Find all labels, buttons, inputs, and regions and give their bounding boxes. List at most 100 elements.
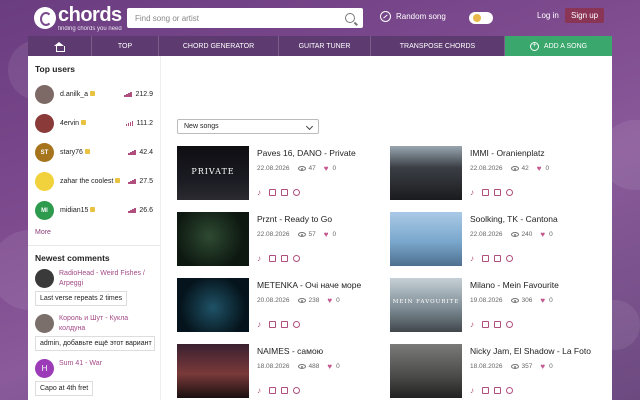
guitar-icon[interactable] [281, 189, 288, 196]
song-card[interactable]: IMMI - Oranienplatz 22.08.2026 42 ♥ 0 ♪ [390, 146, 590, 208]
song-card[interactable]: PRIVATE Paves 16, DANO - Private 22.08.202… [177, 146, 377, 208]
avatar: ST [35, 143, 54, 162]
user-name: 4ervin [60, 120, 126, 127]
song-instrument-icons: ♪ [257, 387, 305, 395]
like-icon[interactable]: ♥ [540, 296, 545, 305]
play-icon[interactable] [506, 189, 513, 196]
nav-transpose-chords[interactable]: TRANSPOSE CHORDS [371, 36, 505, 56]
note-icon[interactable]: ♪ [470, 321, 477, 329]
song-thumbnail[interactable] [177, 212, 249, 266]
song-card[interactable]: MEIN FAVOURITE Milano - Mein Favourite 19.… [390, 278, 590, 340]
note-icon[interactable]: ♪ [470, 255, 477, 263]
comment-song-link[interactable]: Король и Шут - Кукла колдуна [59, 314, 153, 333]
user-row[interactable]: MI midian15 26.6 [35, 196, 153, 225]
play-icon[interactable] [506, 255, 513, 262]
like-icon[interactable]: ♥ [324, 164, 329, 173]
song-title[interactable]: Soolking, TK - Cantona [470, 214, 558, 224]
song-card[interactable]: Nicky Jam, El Shadow - La Foto 18.08.2026… [390, 344, 591, 400]
chords-icon[interactable] [269, 189, 276, 196]
comment-song-link[interactable]: RadioHead - Weird Fishes / Arpeggi [59, 269, 153, 288]
song-thumbnail[interactable] [177, 278, 249, 332]
like-icon[interactable]: ♥ [537, 164, 542, 173]
comment-head: H Sum 41 - War [35, 359, 153, 378]
song-thumbnail[interactable]: PRIVATE [177, 146, 249, 200]
song-likes: 0 [336, 363, 340, 370]
chords-icon[interactable] [269, 321, 276, 328]
chords-icon[interactable] [269, 255, 276, 262]
user-row[interactable]: d.anilk_a 212.9 [35, 80, 153, 109]
more-users-link[interactable]: More [35, 229, 153, 236]
random-song-button[interactable]: Random song [380, 11, 446, 22]
guitar-icon[interactable] [494, 189, 501, 196]
song-title[interactable]: NAIMES - самою [257, 346, 323, 356]
user-row[interactable]: zahar the coolest 27.5 [35, 167, 153, 196]
guitar-icon[interactable] [281, 255, 288, 262]
song-thumbnail[interactable] [390, 146, 462, 200]
nav-guitar-tuner[interactable]: GUITAR TUNER [279, 36, 371, 56]
guitar-icon[interactable] [281, 321, 288, 328]
add-song-button[interactable]: + ADD A SONG [505, 36, 612, 56]
chords-icon[interactable] [482, 255, 489, 262]
user-name: zahar the coolest [60, 178, 128, 185]
like-icon[interactable]: ♥ [324, 230, 329, 239]
song-title[interactable]: METENKA - Очі наче море [257, 280, 361, 290]
play-icon[interactable] [293, 189, 300, 196]
like-icon[interactable]: ♥ [327, 296, 332, 305]
note-icon[interactable]: ♪ [257, 255, 264, 263]
comment-song-link[interactable]: Sum 41 - War [59, 359, 102, 369]
note-icon[interactable]: ♪ [257, 387, 264, 395]
sort-select[interactable]: New songs [177, 119, 319, 134]
song-thumbnail[interactable] [177, 344, 249, 398]
comments-list: RadioHead - Weird Fishes / Arpeggi Last v… [35, 269, 155, 398]
song-meta: 18.08.2026 357 ♥ 0 [470, 362, 553, 371]
chords-icon[interactable] [482, 387, 489, 394]
theme-toggle[interactable] [469, 12, 493, 24]
nav-top[interactable]: TOP [92, 36, 159, 56]
note-icon[interactable]: ♪ [257, 321, 264, 329]
chords-icon[interactable] [482, 189, 489, 196]
thumbnail-caption: MEIN FAVOURITE [392, 298, 460, 305]
nav-home[interactable] [28, 36, 92, 56]
user-row[interactable]: ST stary76 42.4 [35, 138, 153, 167]
chords-icon[interactable] [482, 321, 489, 328]
user-row[interactable]: 4ervin 111.2 [35, 109, 153, 138]
guitar-icon[interactable] [494, 321, 501, 328]
logo-name: chords [58, 3, 122, 26]
chords-icon[interactable] [269, 387, 276, 394]
play-icon[interactable] [506, 321, 513, 328]
user-score: 42.4 [128, 149, 153, 156]
rating-bars-icon [128, 149, 136, 156]
song-card[interactable]: METENKA - Очі наче море 20.08.2026 238 ♥ 0 ♪ [177, 278, 377, 340]
note-icon[interactable]: ♪ [470, 189, 477, 197]
nav-chord-generator[interactable]: CHORD GENERATOR [159, 36, 279, 56]
song-thumbnail[interactable] [390, 212, 462, 266]
like-icon[interactable]: ♥ [540, 362, 545, 371]
play-icon[interactable] [293, 321, 300, 328]
signup-button[interactable]: Sign up [565, 8, 605, 23]
like-icon[interactable]: ♥ [327, 362, 332, 371]
search-input[interactable] [135, 13, 345, 23]
play-icon[interactable] [293, 387, 300, 394]
login-button[interactable]: Log in [537, 11, 559, 20]
song-thumbnail[interactable] [390, 344, 462, 398]
song-card[interactable]: Soolking, TK - Cantona 22.08.2026 240 ♥ 0 ♪ [390, 212, 590, 274]
header: chords finding chords you need Random so… [28, 0, 612, 36]
like-icon[interactable]: ♥ [540, 230, 545, 239]
play-icon[interactable] [293, 255, 300, 262]
song-card[interactable]: NAIMES - самою 18.08.2026 488 ♥ 0 ♪ [177, 344, 377, 400]
search-icon[interactable] [345, 13, 355, 23]
song-title[interactable]: Prznt - Ready to Go [257, 214, 332, 224]
note-icon[interactable]: ♪ [470, 387, 477, 395]
guitar-icon[interactable] [281, 387, 288, 394]
guitar-icon[interactable] [494, 255, 501, 262]
guitar-icon[interactable] [494, 387, 501, 394]
song-title[interactable]: IMMI - Oranienplatz [470, 148, 545, 158]
song-title[interactable]: Nicky Jam, El Shadow - La Foto [470, 346, 591, 356]
play-icon[interactable] [506, 387, 513, 394]
song-title[interactable]: Milano - Mein Favourite [470, 280, 559, 290]
note-icon[interactable]: ♪ [257, 189, 264, 197]
song-title[interactable]: Paves 16, DANO - Private [257, 148, 356, 158]
logo[interactable]: chords finding chords you need [34, 5, 126, 32]
song-card[interactable]: Prznt - Ready to Go 22.08.2026 57 ♥ 0 ♪ [177, 212, 377, 274]
song-thumbnail[interactable]: MEIN FAVOURITE [390, 278, 462, 332]
